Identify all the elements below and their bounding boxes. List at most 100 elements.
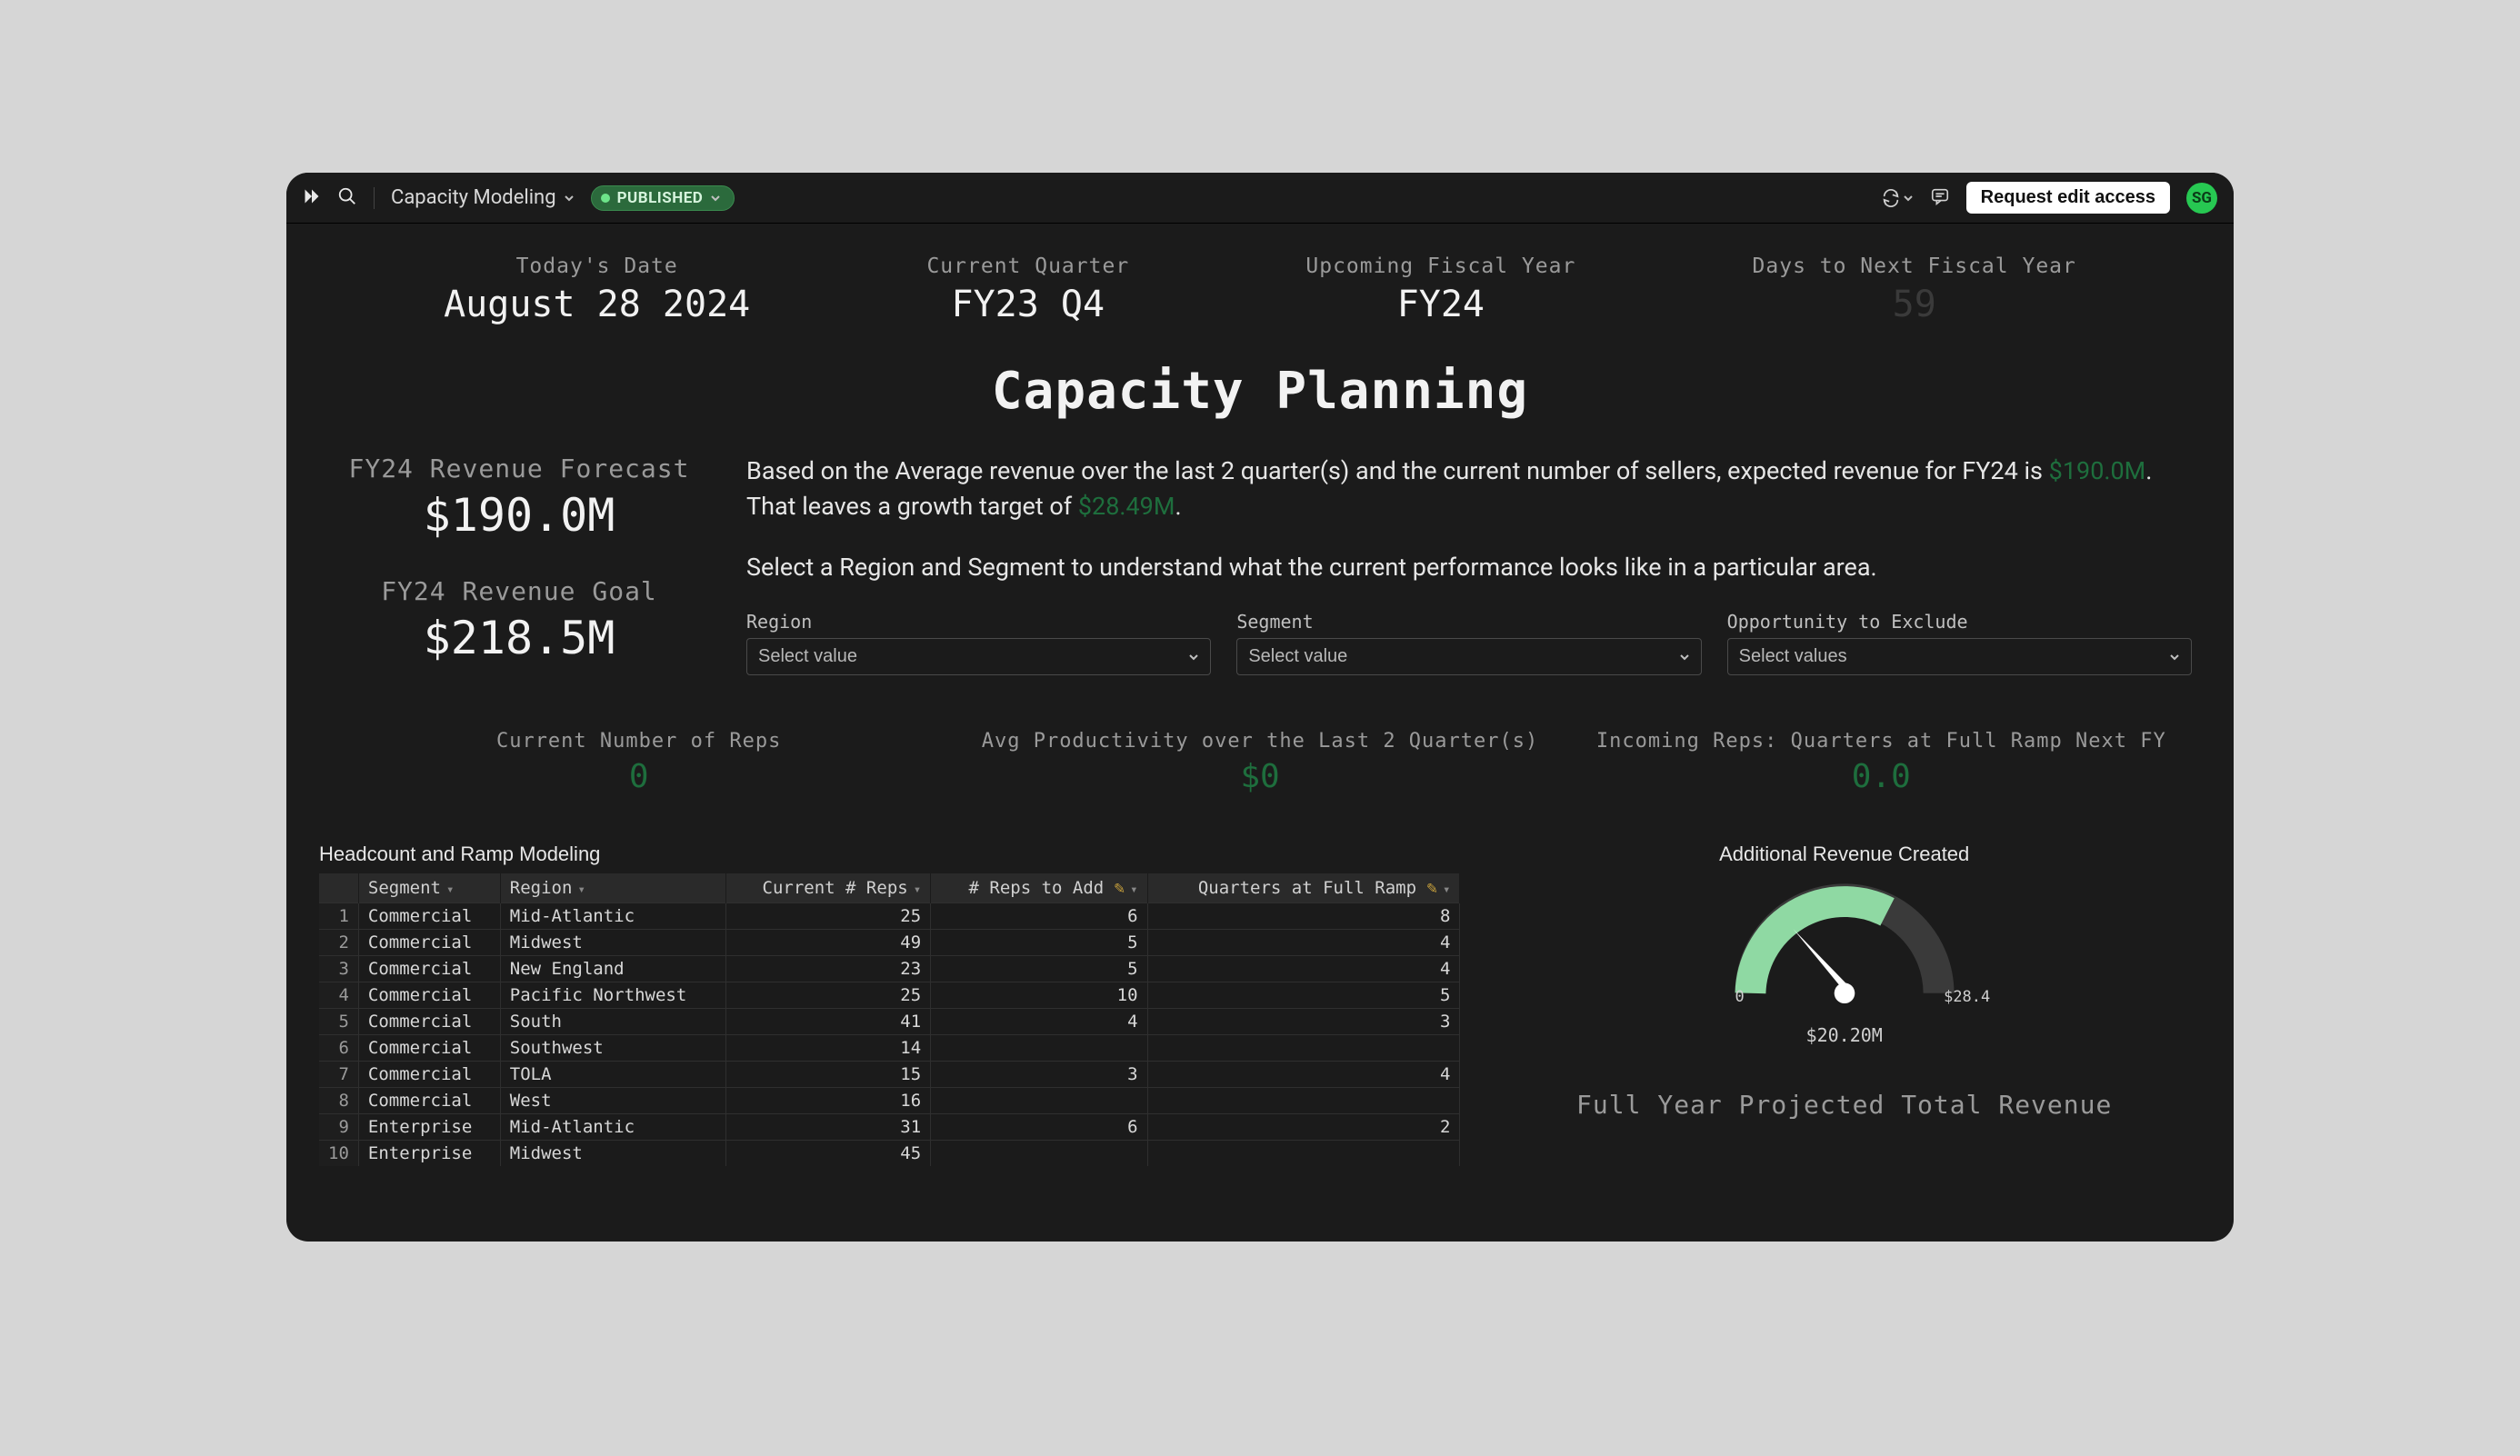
col-reps-to-add[interactable]: # Reps to Add ✎▾ (931, 873, 1147, 903)
row-index: 4 (319, 982, 358, 1009)
logo-icon[interactable] (303, 187, 321, 209)
filter-region: Region Select value (746, 611, 1211, 675)
cell-region: Midwest (500, 1141, 725, 1167)
col-current-reps[interactable]: Current # Reps▾ (725, 873, 930, 903)
cell-region: New England (500, 956, 725, 982)
avatar[interactable]: SG (2186, 183, 2217, 214)
table-row[interactable]: 9EnterpriseMid-Atlantic3162 (319, 1114, 1460, 1141)
cell-quarters-ramp[interactable] (1147, 1141, 1460, 1167)
row-index: 8 (319, 1088, 358, 1114)
table-row[interactable]: 5CommercialSouth4143 (319, 1009, 1460, 1035)
row-index: 5 (319, 1009, 358, 1035)
prose-text: Based on the Average revenue over the la… (746, 456, 2049, 485)
chevron-down-icon (710, 193, 721, 204)
cell-segment: Commercial (358, 1088, 500, 1114)
table-header-row: Segment▾ Region▾ Current # Reps▾ # Reps … (319, 873, 1460, 903)
metric-value: $0 (949, 758, 1570, 795)
filter-label: Opportunity to Exclude (1727, 611, 2192, 633)
cell-region: Mid-Atlantic (500, 903, 725, 930)
cell-segment: Enterprise (358, 1141, 500, 1167)
cell-reps-to-add[interactable]: 6 (931, 1114, 1147, 1141)
cell-current-reps: 25 (725, 903, 930, 930)
cell-region: South (500, 1009, 725, 1035)
status-label: PUBLISHED (617, 189, 704, 207)
request-edit-button[interactable]: Request edit access (1966, 182, 2170, 214)
cell-region: Pacific Northwest (500, 982, 725, 1009)
cell-reps-to-add[interactable] (931, 1141, 1147, 1167)
kpi-value: $190.0M (328, 489, 710, 542)
region-select[interactable]: Select value (746, 638, 1211, 675)
description-paragraph-1: Based on the Average revenue over the la… (746, 454, 2192, 524)
cell-reps-to-add[interactable]: 6 (931, 903, 1147, 930)
cell-reps-to-add[interactable] (931, 1088, 1147, 1114)
cell-current-reps: 16 (725, 1088, 930, 1114)
summary-value: FY24 (1305, 284, 1575, 325)
cell-quarters-ramp[interactable]: 3 (1147, 1009, 1460, 1035)
cell-quarters-ramp[interactable]: 2 (1147, 1114, 1460, 1141)
cell-reps-to-add[interactable]: 4 (931, 1009, 1147, 1035)
metric-incoming: Incoming Reps: Quarters at Full Ramp Nex… (1571, 730, 2192, 795)
cell-reps-to-add[interactable]: 5 (931, 956, 1147, 982)
cell-current-reps: 45 (725, 1141, 930, 1167)
cell-quarters-ramp[interactable]: 4 (1147, 930, 1460, 956)
cell-quarters-ramp[interactable]: 4 (1147, 1062, 1460, 1088)
bottom-row: Headcount and Ramp Modeling Segment▾ Reg… (319, 843, 2201, 1166)
search-icon[interactable] (337, 186, 357, 210)
exclude-select[interactable]: Select values (1727, 638, 2192, 675)
summary-quarter: Current Quarter FY23 Q4 (926, 254, 1129, 325)
cell-quarters-ramp[interactable]: 5 (1147, 982, 1460, 1009)
select-placeholder: Select value (1248, 646, 1347, 667)
cell-region: West (500, 1088, 725, 1114)
cell-quarters-ramp[interactable] (1147, 1088, 1460, 1114)
summary-value: August 28 2024 (444, 284, 750, 325)
col-segment[interactable]: Segment▾ (358, 873, 500, 903)
summary-label: Upcoming Fiscal Year (1305, 254, 1575, 278)
metric-reps: Current Number of Reps 0 (328, 730, 949, 795)
table-row[interactable]: 7CommercialTOLA1534 (319, 1062, 1460, 1088)
table-row[interactable]: 8CommercialWest16 (319, 1088, 1460, 1114)
cell-segment: Commercial (358, 930, 500, 956)
cell-quarters-ramp[interactable]: 8 (1147, 903, 1460, 930)
chevron-down-icon (564, 193, 575, 204)
col-region[interactable]: Region▾ (500, 873, 725, 903)
summary-value: 59 (1753, 284, 2076, 325)
cell-current-reps: 41 (725, 1009, 930, 1035)
select-placeholder: Select values (1739, 646, 1847, 667)
prose-text: . (1175, 492, 1181, 521)
comment-icon[interactable] (1930, 186, 1950, 210)
table-row[interactable]: 2CommercialMidwest4954 (319, 930, 1460, 956)
topbar-right: Request edit access SG (1881, 182, 2217, 214)
metric-value: 0.0 (1571, 758, 2192, 795)
cell-current-reps: 15 (725, 1062, 930, 1088)
metric-label: Avg Productivity over the Last 2 Quarter… (949, 730, 1570, 753)
ramp-table[interactable]: Segment▾ Region▾ Current # Reps▾ # Reps … (319, 873, 1460, 1166)
table-row[interactable]: 10EnterpriseMidwest45 (319, 1141, 1460, 1167)
summary-value: FY23 Q4 (926, 284, 1129, 325)
table-row[interactable]: 3CommercialNew England2354 (319, 956, 1460, 982)
gauge-title: Additional Revenue Created (1719, 843, 1969, 866)
table-row[interactable]: 6CommercialSouthwest14 (319, 1035, 1460, 1062)
summary-label: Days to Next Fiscal Year (1753, 254, 2076, 278)
col-quarters-ramp[interactable]: Quarters at Full Ramp ✎▾ (1147, 873, 1460, 903)
document-switcher[interactable]: Capacity Modeling (391, 186, 575, 209)
cell-quarters-ramp[interactable]: 4 (1147, 956, 1460, 982)
cell-reps-to-add[interactable]: 3 (931, 1062, 1147, 1088)
row-index: 6 (319, 1035, 358, 1062)
cell-reps-to-add[interactable] (931, 1035, 1147, 1062)
table-row[interactable]: 1CommercialMid-Atlantic2568 (319, 903, 1460, 930)
sync-icon[interactable] (1881, 188, 1914, 208)
publish-status-pill[interactable]: PUBLISHED (591, 185, 735, 211)
segment-select[interactable]: Select value (1236, 638, 1701, 675)
chevron-down-icon (1679, 652, 1690, 663)
page-title: Capacity Planning (319, 362, 2201, 421)
row-index: 2 (319, 930, 358, 956)
gauge-wrap: Additional Revenue Created 0 $28.49M $20… (1487, 843, 2201, 1120)
cell-reps-to-add[interactable]: 5 (931, 930, 1147, 956)
cell-current-reps: 31 (725, 1114, 930, 1141)
table-title: Headcount and Ramp Modeling (319, 843, 1460, 866)
summary-row: Today's Date August 28 2024 Current Quar… (319, 245, 2201, 353)
table-row[interactable]: 4CommercialPacific Northwest25105 (319, 982, 1460, 1009)
cell-quarters-ramp[interactable] (1147, 1035, 1460, 1062)
cell-reps-to-add[interactable]: 10 (931, 982, 1147, 1009)
metric-label: Incoming Reps: Quarters at Full Ramp Nex… (1571, 730, 2192, 753)
